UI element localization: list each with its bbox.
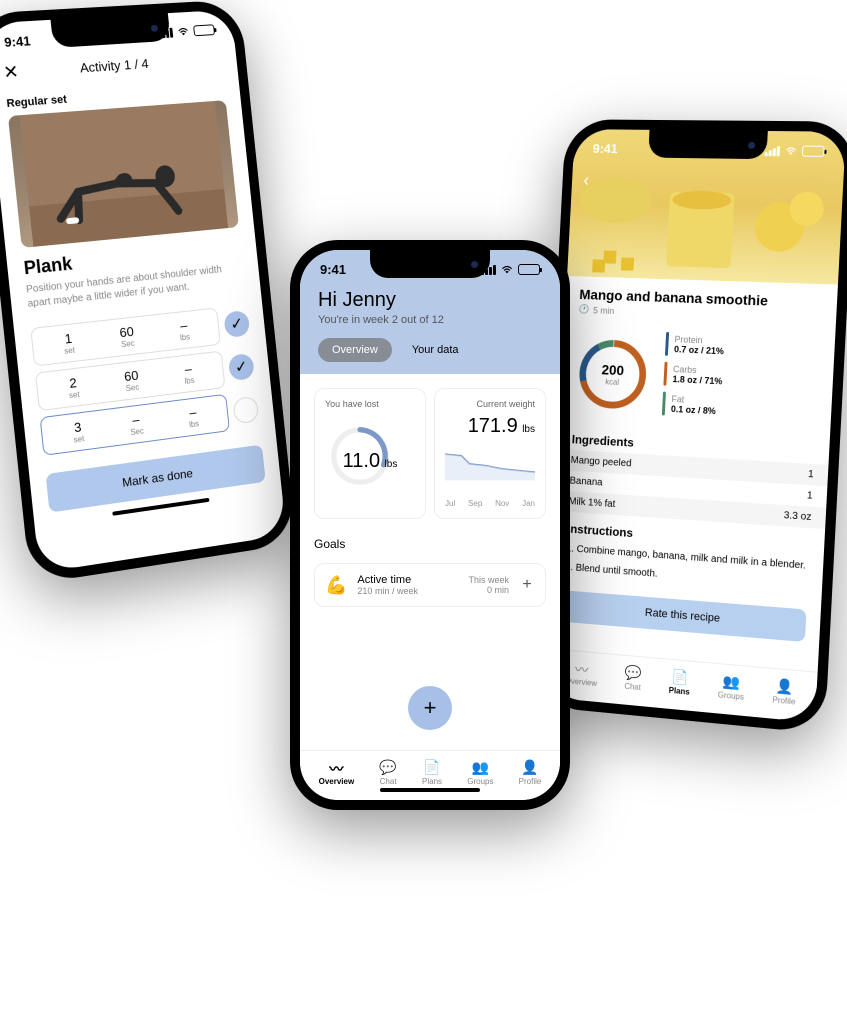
add-goal-icon[interactable]: +: [519, 576, 535, 594]
macros-list: Protein0.7 oz / 21% Carbs1.8 oz / 71% Fa…: [662, 332, 821, 430]
tab-your-data[interactable]: Your data: [398, 338, 473, 362]
nav-chat[interactable]: 💬Chat: [624, 664, 642, 692]
flex-arm-icon: 💪: [325, 575, 347, 596]
bottom-nav: 〰Overview 💬Chat 📄Plans 👥Groups 👤Profile: [545, 648, 818, 723]
set-check-icon[interactable]: ✓: [223, 310, 250, 338]
tab-overview[interactable]: Overview: [318, 338, 392, 362]
nav-plans[interactable]: 📄Plans: [422, 759, 442, 786]
notch: [648, 130, 768, 159]
wifi-icon: [176, 26, 190, 37]
kcal-value: 200: [601, 361, 624, 378]
phone-recipe: 9:41 ‹ Mango and banana smoothie 🕐5: [535, 119, 847, 734]
status-time: 9:41: [320, 262, 346, 277]
macro-color-bar: [663, 362, 667, 386]
battery-icon: [193, 24, 215, 36]
weight-lost-card[interactable]: You have lost 11.0 lbs: [314, 388, 426, 519]
set-check-icon[interactable]: [232, 396, 259, 425]
clock-icon: 🕐: [578, 304, 589, 315]
home-indicator[interactable]: [380, 788, 480, 792]
groups-icon: 👥: [718, 672, 745, 690]
nav-groups[interactable]: 👥Groups: [467, 759, 493, 786]
profile-icon: 👤: [519, 759, 542, 775]
close-icon[interactable]: ✕: [2, 61, 20, 83]
set-check-icon[interactable]: ✓: [228, 353, 255, 381]
wifi-icon: [500, 265, 514, 275]
nav-chat[interactable]: 💬Chat: [379, 759, 396, 786]
fab-add-button[interactable]: +: [408, 686, 452, 730]
nav-profile[interactable]: 👤Profile: [772, 677, 796, 706]
chat-icon: 💬: [625, 664, 643, 681]
groups-icon: 👥: [467, 759, 493, 775]
notch: [370, 250, 490, 278]
plans-icon: 📄: [669, 668, 691, 686]
week-info: You're in week 2 out of 12: [300, 314, 560, 338]
calorie-ring-chart: 200 kcal: [573, 334, 652, 414]
wifi-icon: [784, 146, 799, 156]
overview-icon: 〰: [565, 659, 598, 678]
goal-card[interactable]: 💪 Active time 210 min / week This week 0…: [314, 563, 546, 607]
profile-icon: 👤: [773, 677, 797, 695]
bottom-nav: 〰Overview 💬Chat 📄Plans 👥Groups 👤Profile: [300, 750, 560, 800]
status-time: 9:41: [592, 141, 618, 156]
nav-plans[interactable]: 📄Plans: [669, 668, 691, 697]
weight-sparkline-chart: [445, 444, 535, 484]
macro-color-bar: [662, 392, 666, 416]
phone-dashboard: 9:41 Hi Jenny You're in week 2 out of 12…: [290, 240, 570, 810]
chat-icon: 💬: [379, 759, 396, 775]
goals-header: Goals: [300, 533, 560, 555]
battery-icon: [802, 146, 825, 157]
nav-overview[interactable]: 〰Overview: [319, 759, 355, 786]
battery-icon: [518, 264, 540, 275]
mark-done-button[interactable]: Mark as done: [46, 445, 266, 513]
nav-groups[interactable]: 👥Groups: [718, 672, 746, 702]
nav-profile[interactable]: 👤Profile: [519, 759, 542, 786]
phone-activity: 9:41 ✕ Activity 1 / 4 Regular set Plank …: [0, 0, 297, 585]
overview-icon: 〰: [319, 759, 355, 775]
page-title: Activity 1 / 4: [79, 56, 149, 75]
signal-icon: [765, 146, 781, 156]
macro-color-bar: [665, 332, 669, 356]
kcal-label: kcal: [601, 377, 624, 387]
plans-icon: 📄: [422, 759, 442, 775]
status-time: 9:41: [3, 33, 31, 50]
exercise-image: [8, 100, 239, 248]
current-weight-card[interactable]: Current weight 171.9 lbs Jul Sep Nov Jan: [434, 388, 546, 519]
greeting: Hi Jenny: [300, 281, 560, 314]
rate-recipe-button[interactable]: Rate this recipe: [562, 590, 806, 642]
